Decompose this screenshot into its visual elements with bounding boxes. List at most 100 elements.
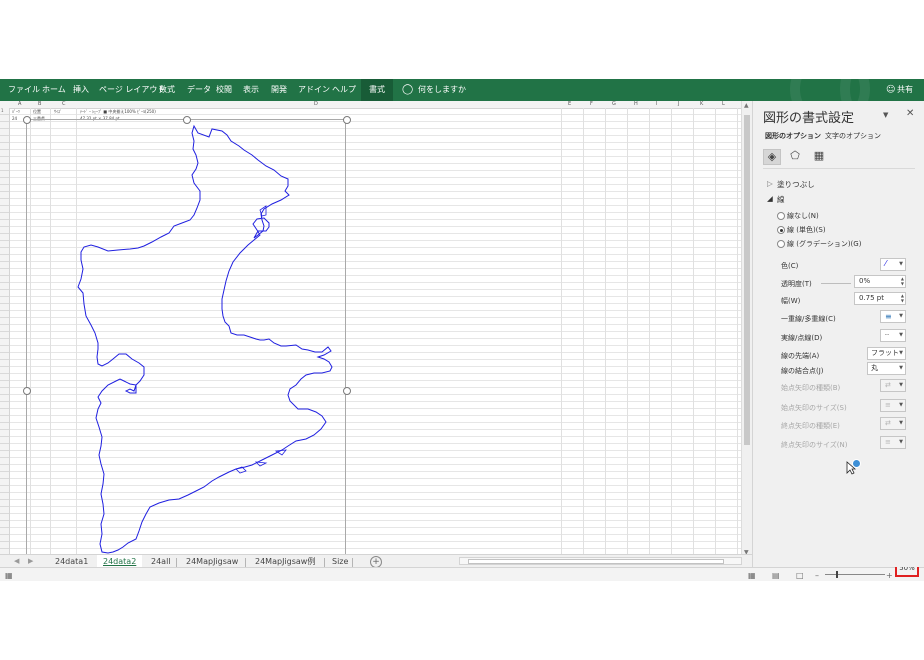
transparency-label: 透明度(T) <box>781 280 812 288</box>
tab-addins[interactable]: アドイン <box>298 79 330 101</box>
tab-text-options[interactable]: 文字のオプション <box>825 131 881 141</box>
tab-data[interactable]: データ <box>187 79 211 101</box>
radio-no-line-label[interactable]: 線なし(N) <box>787 211 819 221</box>
dash-type-dropdown[interactable]: ┄ ▼ <box>880 329 906 342</box>
resize-handle[interactable] <box>23 387 31 395</box>
resize-handle[interactable] <box>343 116 351 124</box>
width-input[interactable]: 0.75 pt ▲ ▼ <box>854 292 906 305</box>
row-number[interactable]: 1 <box>1 108 4 113</box>
column-header-cell[interactable]: K <box>700 101 703 108</box>
cell-d1[interactable]: ﾃｰﾄﾞ・ｼｪｰﾌﾟ ■ 中央揃え100% ﾋﾟｰﾙ(250) <box>80 109 156 115</box>
section-line[interactable]: 線 <box>777 194 785 205</box>
scrollbar-thumb[interactable] <box>468 559 724 564</box>
resize-handle[interactable] <box>183 116 191 124</box>
tab-prev-icon[interactable]: ◀ <box>14 557 19 565</box>
tab-help[interactable]: ヘルプ <box>332 79 356 101</box>
scrollbar-thumb[interactable] <box>744 115 750 445</box>
tab-file[interactable]: ファイル <box>8 79 40 101</box>
column-header-cell[interactable]: I <box>656 101 657 108</box>
column-header-cell[interactable]: F <box>590 101 593 108</box>
column-header-cell[interactable]: A <box>18 101 21 108</box>
gridline <box>715 108 716 563</box>
tab-page-layout[interactable]: ページ レイアウト <box>99 79 165 101</box>
share-button[interactable]: 共有 <box>897 79 913 101</box>
column-header-cell[interactable]: L <box>722 101 725 108</box>
resize-handle[interactable] <box>343 387 351 395</box>
effects-icon[interactable]: ⬠ <box>787 149 803 163</box>
cell-c1[interactable]: ｻｲｽﾞ <box>54 109 62 115</box>
radio-gradient-line-label[interactable]: 線 (グラデーション)(G) <box>787 239 861 249</box>
page-layout-view-icon[interactable]: ▤ <box>772 571 780 580</box>
cap-type-label: 線の先端(A) <box>781 352 820 360</box>
zoom-in-icon[interactable]: + <box>886 571 893 580</box>
radio-solid-line-label[interactable]: 線 (単色)(S) <box>787 225 826 235</box>
gridline <box>671 108 672 563</box>
gridline <box>605 108 606 563</box>
page-break-view-icon[interactable]: □ <box>796 571 804 580</box>
column-header-cell[interactable]: E <box>568 101 571 108</box>
column-header-cell[interactable]: J <box>678 101 679 108</box>
zoom-slider[interactable] <box>825 574 885 575</box>
column-header-cell[interactable]: G <box>612 101 616 108</box>
column-header-cell[interactable]: H <box>634 101 638 108</box>
normal-view-icon[interactable]: ▦ <box>748 571 756 580</box>
transparency-slider[interactable] <box>821 283 851 284</box>
arrow-size-icon: ≡ <box>885 401 891 409</box>
radio-no-line[interactable] <box>777 212 785 220</box>
column-header-cell[interactable]: D <box>314 101 318 108</box>
tab-shape-options[interactable]: 図形のオプション <box>765 131 821 141</box>
close-icon[interactable]: ✕ <box>906 108 914 119</box>
chevron-down-icon[interactable]: ◢ <box>767 194 773 203</box>
cell-a1[interactable]: ﾊﾟｰﾂ <box>12 109 20 115</box>
tab-view[interactable]: 表示 <box>243 79 259 101</box>
tab-separator <box>245 558 246 567</box>
horizontal-scrollbar[interactable] <box>459 557 742 565</box>
tab-home[interactable]: ホーム <box>42 79 66 101</box>
radio-gradient-line[interactable] <box>777 240 785 248</box>
compound-type-dropdown[interactable]: ≡ ▼ <box>880 310 906 323</box>
chevron-down-icon: ▼ <box>899 365 903 371</box>
tab-format[interactable]: 書式 <box>361 79 393 101</box>
pane-divider <box>763 168 915 169</box>
cell-b1[interactable]: 位置 <box>33 109 41 115</box>
end-arrow-type-dropdown[interactable]: ⇄ ▼ <box>880 417 906 430</box>
chevron-right-icon[interactable]: ▷ <box>767 179 773 188</box>
cap-type-dropdown[interactable]: フラット ▼ <box>867 347 906 360</box>
transparency-input[interactable]: 0% ▲ ▼ <box>854 275 906 288</box>
tab-review[interactable]: 校閲 <box>216 79 232 101</box>
resize-handle[interactable] <box>23 116 31 124</box>
radio-solid-line[interactable] <box>777 226 785 234</box>
dash-line-icon: ┄ <box>885 331 890 339</box>
cell-a2[interactable]: 24 <box>12 116 17 121</box>
column-header-cell[interactable]: C <box>62 101 66 108</box>
tab-next-icon[interactable]: ▶ <box>28 557 33 565</box>
color-label: 色(C) <box>781 262 799 270</box>
person-icon[interactable]: ☺ <box>886 79 895 101</box>
begin-arrow-size-dropdown[interactable]: ≡ ▼ <box>880 399 906 412</box>
section-fill[interactable]: 塗りつぶし <box>777 179 815 190</box>
column-header-cell[interactable]: B <box>38 101 41 108</box>
chevron-down-icon: ▼ <box>899 313 903 319</box>
tab-insert[interactable]: 挿入 <box>73 79 89 101</box>
end-arrow-size-label: 終点矢印のサイズ(N) <box>781 441 848 449</box>
zoom-slider-knob[interactable] <box>836 571 838 578</box>
spin-arrows-icon[interactable]: ▲ ▼ <box>901 293 904 303</box>
tab-developer[interactable]: 開発 <box>271 79 287 101</box>
tell-me-search[interactable]: 何をしますか <box>418 79 466 101</box>
join-type-dropdown[interactable]: 丸 ▼ <box>867 362 906 375</box>
zoom-out-icon[interactable]: – <box>815 571 819 580</box>
fill-line-icon[interactable]: ◈ <box>763 149 781 165</box>
macro-record-icon[interactable]: ▦ <box>5 571 13 580</box>
line-color-picker[interactable]: ⁄ ▼ <box>880 258 906 271</box>
tab-formulas[interactable]: 数式 <box>159 79 175 101</box>
busy-indicator-icon <box>852 459 861 468</box>
spin-arrows-icon[interactable]: ▲ ▼ <box>901 276 904 286</box>
row-header[interactable]: 1 62 <box>0 108 10 563</box>
gridline <box>583 108 584 563</box>
size-properties-icon[interactable]: ▦ <box>811 149 827 163</box>
pane-options-icon[interactable]: ▼ <box>883 111 888 119</box>
scroll-up-icon[interactable]: ▲ <box>744 102 749 109</box>
begin-arrow-type-dropdown[interactable]: ⇄ ▼ <box>880 379 906 392</box>
end-arrow-size-dropdown[interactable]: ≡ ▼ <box>880 436 906 449</box>
dash-type-label: 実線/点線(D) <box>781 334 823 342</box>
